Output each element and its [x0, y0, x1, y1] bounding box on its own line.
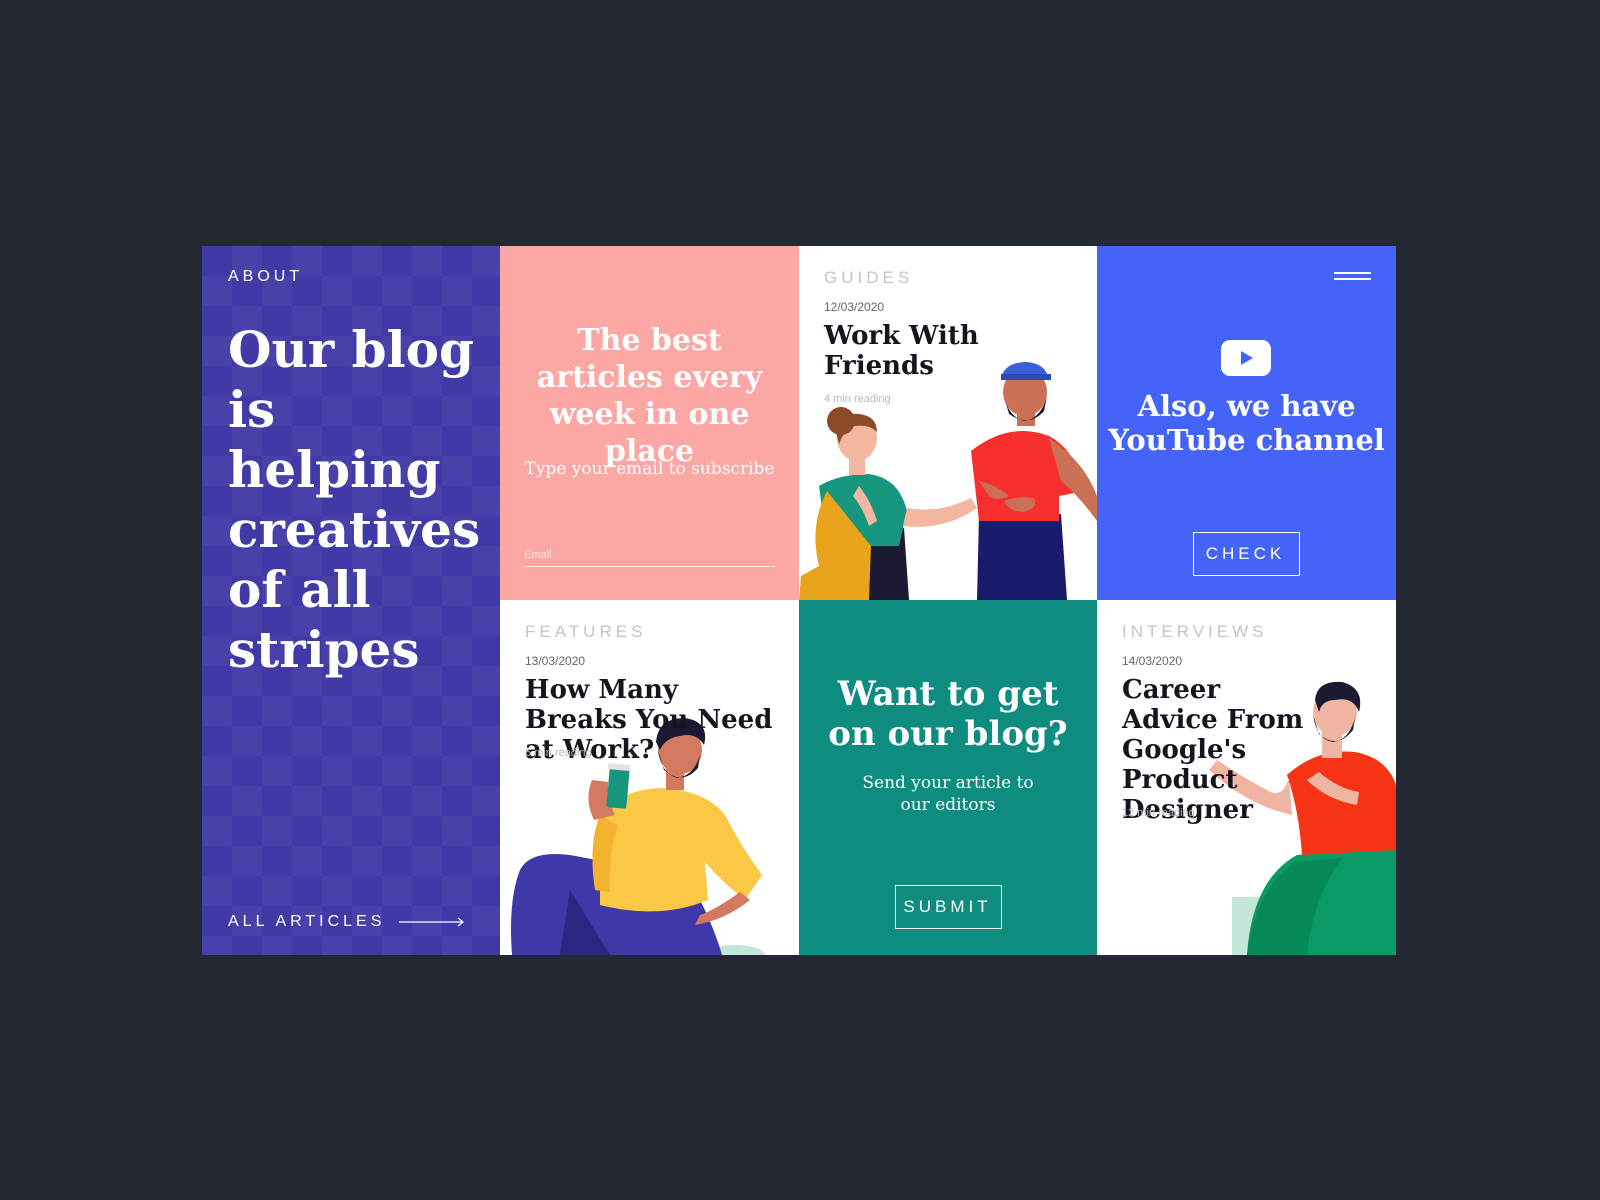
features-card[interactable]: FEATURES 13/03/2020 How Many Breaks You …	[500, 600, 799, 955]
youtube-panel: Also, we have YouTube channel CHECK	[1097, 246, 1396, 600]
interviews-title: Career Advice From Google's Product Desi…	[1122, 675, 1304, 825]
break-illustration	[511, 718, 765, 955]
guides-reading-time: 4 min reading	[824, 393, 891, 405]
email-input[interactable]	[524, 544, 775, 567]
submit-button[interactable]: SUBMIT	[895, 885, 1002, 929]
interviews-card[interactable]: INTERVIEWS 14/03/2020 Career Advice From…	[1097, 600, 1396, 955]
check-button[interactable]: CHECK	[1193, 532, 1300, 576]
arrow-right-icon	[399, 917, 465, 927]
features-reading-time: 6 min reading	[525, 747, 592, 759]
guides-title: Work With Friends	[824, 321, 979, 381]
about-label: ABOUT	[228, 268, 304, 285]
subscribe-title: The best articles every week in one plac…	[536, 323, 763, 469]
youtube-play-icon[interactable]	[1221, 340, 1271, 376]
subscribe-panel: The best articles every week in one plac…	[500, 246, 799, 600]
interviews-reading-time: 12 min reading	[1122, 807, 1195, 819]
contribute-subtitle: Send your article to our editors	[862, 773, 1034, 815]
about-headline: Our blog is helping creatives of all str…	[228, 320, 481, 679]
contribute-panel: Want to get on our blog? Send your artic…	[799, 600, 1097, 955]
about-panel: ABOUT Our blog is helping creatives of a…	[202, 246, 500, 955]
all-articles-link[interactable]: ALL ARTICLES	[228, 913, 465, 931]
contribute-title: Want to get on our blog?	[828, 674, 1068, 754]
all-articles-label: ALL ARTICLES	[228, 913, 386, 930]
friends-illustration	[799, 362, 1097, 600]
hamburger-menu-icon[interactable]	[1334, 272, 1371, 284]
youtube-title: Also, we have YouTube channel	[1108, 389, 1385, 457]
guides-card[interactable]: GUIDES 12/03/2020 Work With Friends 4 mi…	[799, 246, 1097, 600]
subscribe-hint: Type your email to subscribe	[524, 459, 775, 479]
blog-grid: ABOUT Our blog is helping creatives of a…	[202, 246, 1396, 955]
